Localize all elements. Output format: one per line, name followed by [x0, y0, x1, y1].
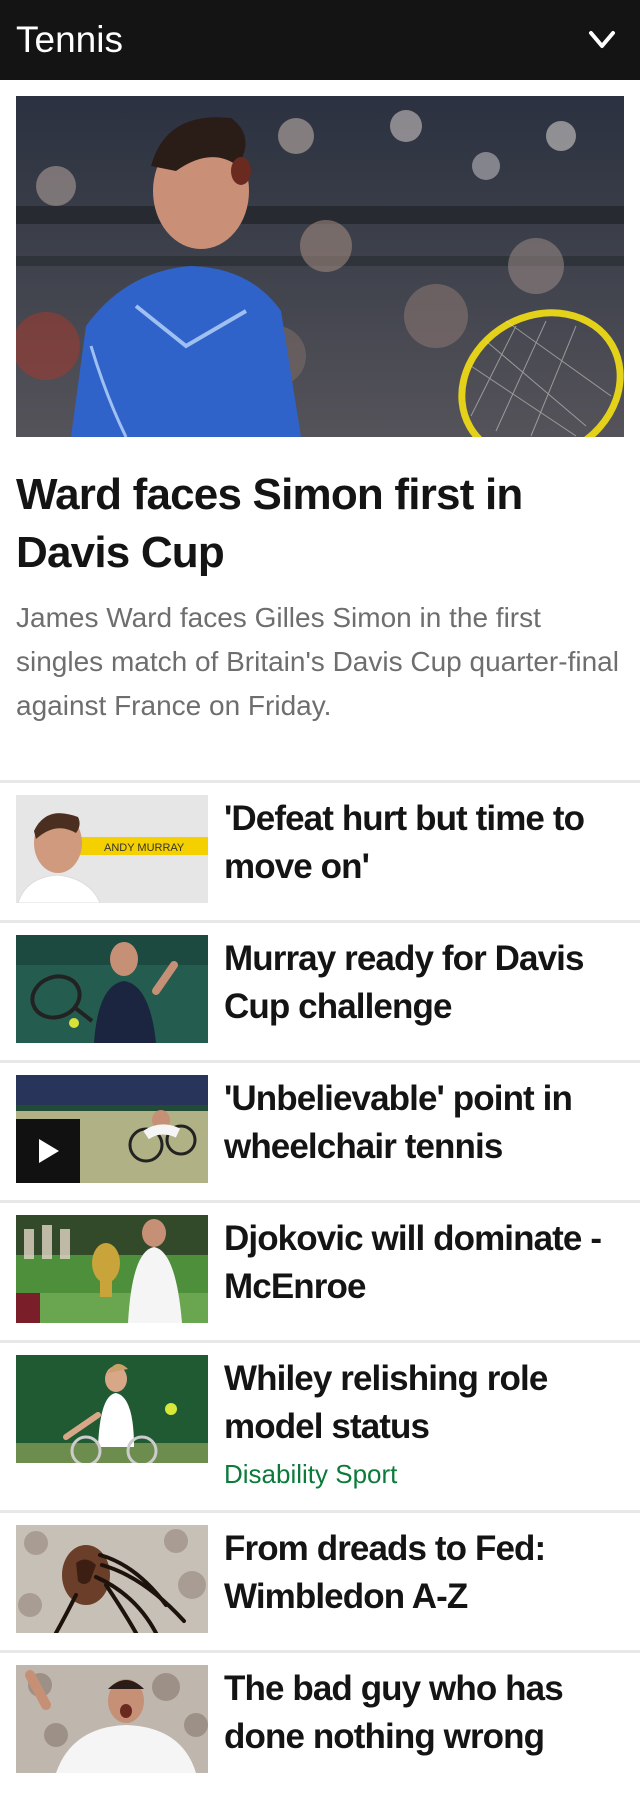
list-item[interactable]: Whiley relishing role model status Disab… — [0, 1340, 640, 1510]
story-thumbnail — [16, 1215, 208, 1323]
chevron-down-icon[interactable] — [582, 20, 622, 60]
story-thumbnail — [16, 1665, 208, 1773]
story-category-tag[interactable]: Disability Sport — [224, 1459, 397, 1490]
list-item[interactable]: 'Unbelievable' point in wheelchair tenni… — [0, 1060, 640, 1200]
story-headline[interactable]: Whiley relishing role model status — [224, 1355, 624, 1451]
story-thumbnail — [16, 935, 208, 1043]
section-header: Tennis — [0, 0, 640, 80]
hero-headline[interactable]: Ward faces Simon first in Davis Cup — [16, 466, 616, 582]
story-thumbnail — [16, 1355, 208, 1463]
story-thumbnail — [16, 1075, 208, 1183]
list-item[interactable]: The bad guy who has done nothing wrong — [0, 1650, 640, 1805]
list-item[interactable]: From dreads to Fed: Wimbledon A-Z — [0, 1510, 640, 1650]
hero-summary: James Ward faces Gilles Simon in the fir… — [16, 602, 619, 721]
story-headline[interactable]: The bad guy who has done nothing wrong — [224, 1665, 624, 1761]
story-headline[interactable]: Djokovic will dominate - McEnroe — [224, 1215, 624, 1311]
list-item[interactable]: Murray ready for Davis Cup challenge — [0, 920, 640, 1060]
thumb-caption: ANDY MURRAY — [104, 842, 185, 854]
list-item[interactable]: Djokovic will dominate - McEnroe — [0, 1200, 640, 1340]
list-item[interactable]: ANDY MURRAY 'Defeat hurt but time to mov… — [0, 780, 640, 920]
story-headline[interactable]: From dreads to Fed: Wimbledon A-Z — [224, 1525, 624, 1621]
story-thumbnail — [16, 1525, 208, 1633]
story-thumbnail: ANDY MURRAY — [16, 795, 208, 903]
section-title: Tennis — [16, 19, 123, 60]
story-headline[interactable]: Murray ready for Davis Cup challenge — [224, 935, 624, 1031]
story-headline[interactable]: 'Unbelievable' point in wheelchair tenni… — [224, 1075, 624, 1171]
play-icon[interactable] — [16, 1119, 80, 1183]
hero-image[interactable] — [16, 96, 624, 437]
story-headline[interactable]: 'Defeat hurt but time to move on' — [224, 795, 624, 891]
